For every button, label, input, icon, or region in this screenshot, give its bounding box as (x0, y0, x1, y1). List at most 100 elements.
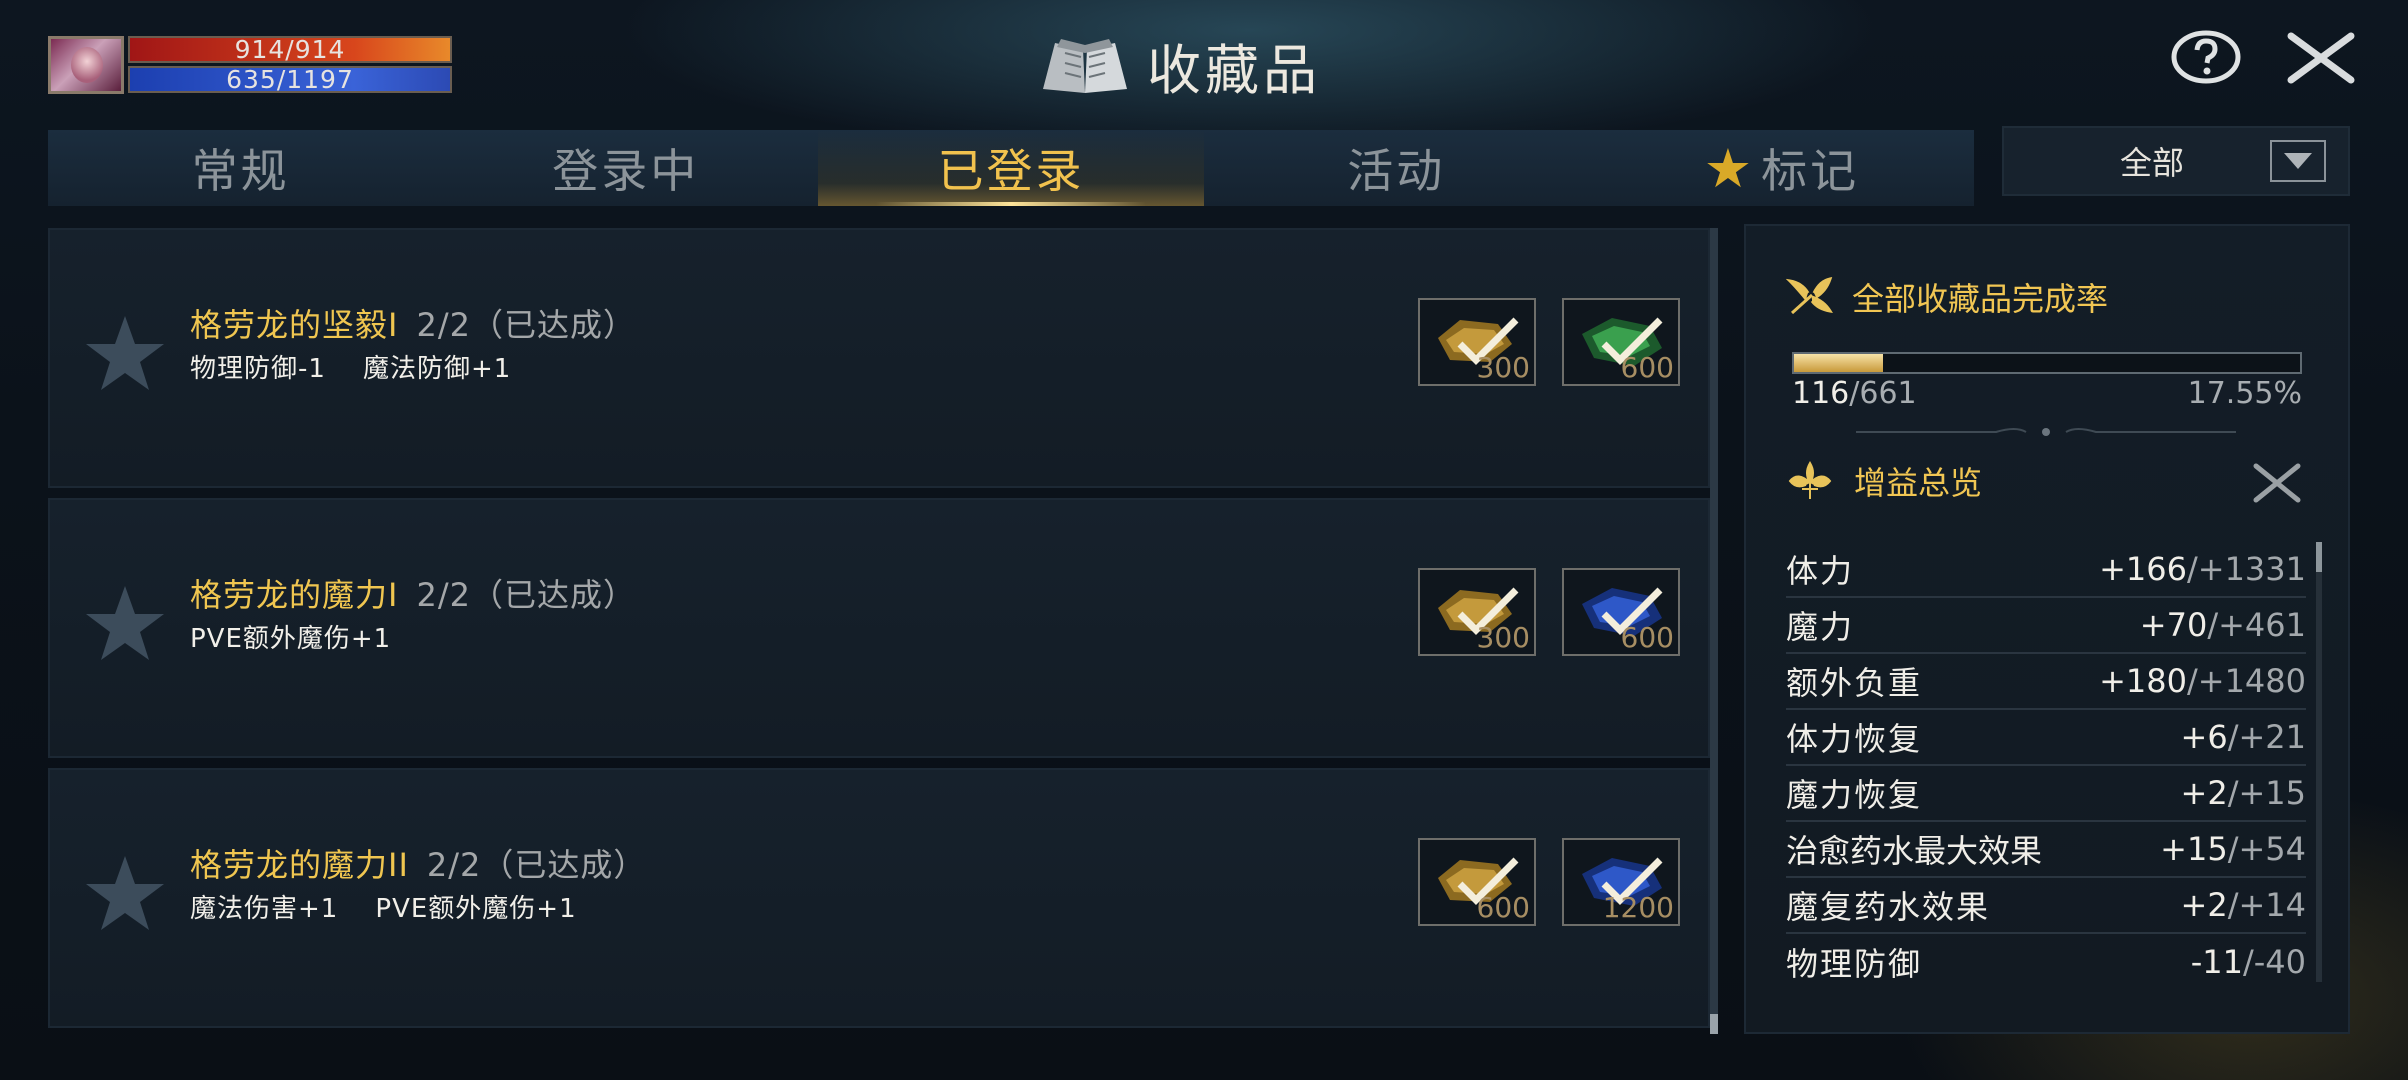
buff-total: /+21 (2227, 718, 2306, 756)
buff-current: +2 (2180, 886, 2228, 924)
buff-total: /+461 (2207, 606, 2306, 644)
list-scrollbar[interactable] (1710, 228, 1718, 1034)
collection-effects: 物理防御-1 魔法防御+1 (190, 354, 512, 384)
buff-current: +15 (2160, 830, 2228, 868)
tab-registering[interactable]: 登录中 (433, 130, 818, 206)
ornament-divider (1856, 428, 2236, 436)
buff-total: /-40 (2242, 943, 2306, 981)
player-status: 914/914 635/1197 (48, 36, 454, 96)
tab-marked[interactable]: ★ 标记 (1589, 130, 1974, 206)
collection-item[interactable]: 格劳龙的魔力I 2/2（已达成） PVE额外魔伤+1 300 600 (48, 498, 1710, 758)
reward-amount: 1200 (1602, 891, 1674, 924)
buff-row: 物理防御 -11/-40 (1786, 934, 2306, 990)
reward-amount: 300 (1476, 351, 1530, 384)
reward-slot[interactable]: 300 (1418, 298, 1536, 386)
tab-label: 标记 (1761, 144, 1860, 198)
collection-effects: PVE额外魔伤+1 (190, 624, 392, 654)
completion-header: 全部收藏品完成率 (1786, 274, 2108, 320)
buff-label: 体力 (1786, 552, 1855, 590)
buff-total: /+14 (2227, 886, 2306, 924)
buff-label: 物理防御 (1786, 945, 1923, 983)
reward-amount: 600 (1476, 891, 1530, 924)
star-icon[interactable] (80, 578, 170, 668)
filter-dropdown[interactable]: 全部 (2002, 126, 2350, 196)
tab-registered[interactable]: 已登录 (818, 130, 1204, 206)
buff-current: +166 (2099, 550, 2187, 588)
buff-total: /+1480 (2186, 662, 2306, 700)
reward-slot[interactable]: 600 (1562, 298, 1680, 386)
buff-current: -11 (2190, 943, 2243, 981)
buff-row: 魔复药水效果 +2/+14 (1786, 878, 2306, 934)
fleur-de-lis-icon (1788, 461, 1832, 499)
star-icon[interactable] (80, 308, 170, 398)
collection-item[interactable]: 格劳龙的魔力II 2/2（已达成） 魔法伤害+1 PVE额外魔伤+1 600 12… (48, 768, 1710, 1028)
help-icon[interactable] (2170, 30, 2242, 84)
chevron-down-icon[interactable] (2270, 140, 2326, 182)
player-portrait[interactable] (48, 36, 124, 94)
buffs-title: 增益总览 (1854, 464, 1983, 502)
tab-label: 活动 (1347, 144, 1446, 198)
page-title: 收藏品 (1035, 30, 1321, 102)
collection-name: 格劳龙的魔力II (190, 846, 409, 884)
buff-current: +180 (2099, 662, 2187, 700)
buff-current: +70 (2139, 606, 2208, 644)
buff-row: 魔力 +70/+461 (1786, 598, 2306, 654)
tab-label: 常规 (191, 144, 290, 198)
collection-count: 2/2（已达成） (416, 306, 636, 344)
completion-percent: 17.55% (2187, 376, 2302, 411)
buff-row: 体力恢复 +6/+21 (1786, 710, 2306, 766)
filter-selected: 全部 (2119, 144, 2184, 182)
book-icon (1043, 39, 1127, 93)
collection-name: 格劳龙的魔力I (190, 576, 399, 614)
tab-event[interactable]: 活动 (1204, 130, 1589, 206)
collection-count: 2/2（已达成） (416, 576, 636, 614)
reward-amount: 600 (1620, 621, 1674, 654)
buff-total: /+1331 (2186, 550, 2306, 588)
reward-slot[interactable]: 600 (1562, 568, 1680, 656)
mp-bar: 635/1197 (128, 66, 452, 93)
collection-item[interactable]: 格劳龙的坚毅I 2/2（已达成） 物理防御-1 魔法防御+1 300 600 (48, 228, 1710, 488)
reward-amount: 600 (1620, 351, 1674, 384)
tab-bar: 常规 登录中 已登录 活动 ★ 标记 (48, 130, 1974, 206)
reward-amount: 300 (1476, 621, 1530, 654)
close-icon[interactable] (2252, 462, 2302, 504)
reward-slot[interactable]: 1200 (1562, 838, 1680, 926)
buff-scrollbar[interactable] (2316, 542, 2322, 982)
collection-name: 格劳龙的坚毅I (190, 306, 399, 344)
tab-label: 已登录 (937, 144, 1085, 198)
title-text: 收藏品 (1147, 38, 1321, 102)
collection-effects: 魔法伤害+1 PVE额外魔伤+1 (190, 894, 577, 924)
buff-current: +6 (2180, 718, 2228, 756)
buff-label: 额外负重 (1786, 664, 1923, 702)
buff-label: 体力恢复 (1786, 720, 1923, 758)
buff-row: 魔力恢复 +2/+15 (1786, 766, 2306, 822)
buff-row: 额外负重 +180/+1480 (1786, 654, 2306, 710)
progress-fill (1794, 354, 1883, 372)
stats-panel: 全部收藏品完成率 116/661 17.55% 增益总览 体力 +166/+133… (1744, 224, 2350, 1034)
buff-row: 体力 +166/+1331 (1786, 542, 2306, 598)
completion-title: 全部收藏品完成率 (1852, 280, 2109, 318)
collection-list: 格劳龙的坚毅I 2/2（已达成） 物理防御-1 魔法防御+1 300 600 格劳… (48, 228, 1710, 1034)
buff-list: 体力 +166/+1331 魔力 +70/+461 额外负重 +180/+1480 体… (1786, 542, 2306, 990)
hp-bar: 914/914 (128, 36, 452, 63)
star-icon[interactable] (80, 848, 170, 938)
reward-slot[interactable]: 300 (1418, 568, 1536, 656)
collection-count: 2/2（已达成） (426, 846, 647, 884)
completion-progress-bar (1792, 352, 2302, 374)
flower-icon (1786, 277, 1833, 315)
buff-total: /+54 (2227, 830, 2306, 868)
completion-values: 116/661 17.55% (1792, 376, 2302, 411)
scroll-thumb[interactable] (2316, 542, 2322, 572)
tab-general[interactable]: 常规 (48, 130, 433, 206)
buff-label: 治愈药水最大效果 (1786, 832, 2043, 870)
collection-title: 格劳龙的坚毅I 2/2（已达成） (190, 300, 636, 346)
collection-title: 格劳龙的魔力II 2/2（已达成） (190, 840, 646, 886)
buff-label: 魔复药水效果 (1786, 888, 1991, 926)
collection-title: 格劳龙的魔力I 2/2（已达成） (190, 570, 636, 616)
buff-label: 魔力恢复 (1786, 776, 1923, 814)
reward-slot[interactable]: 600 (1418, 838, 1536, 926)
total-count: /661 (1849, 376, 1917, 411)
buffs-header: 增益总览 (1786, 458, 1982, 504)
scroll-thumb[interactable] (1710, 1014, 1718, 1034)
close-icon[interactable] (2285, 30, 2357, 86)
